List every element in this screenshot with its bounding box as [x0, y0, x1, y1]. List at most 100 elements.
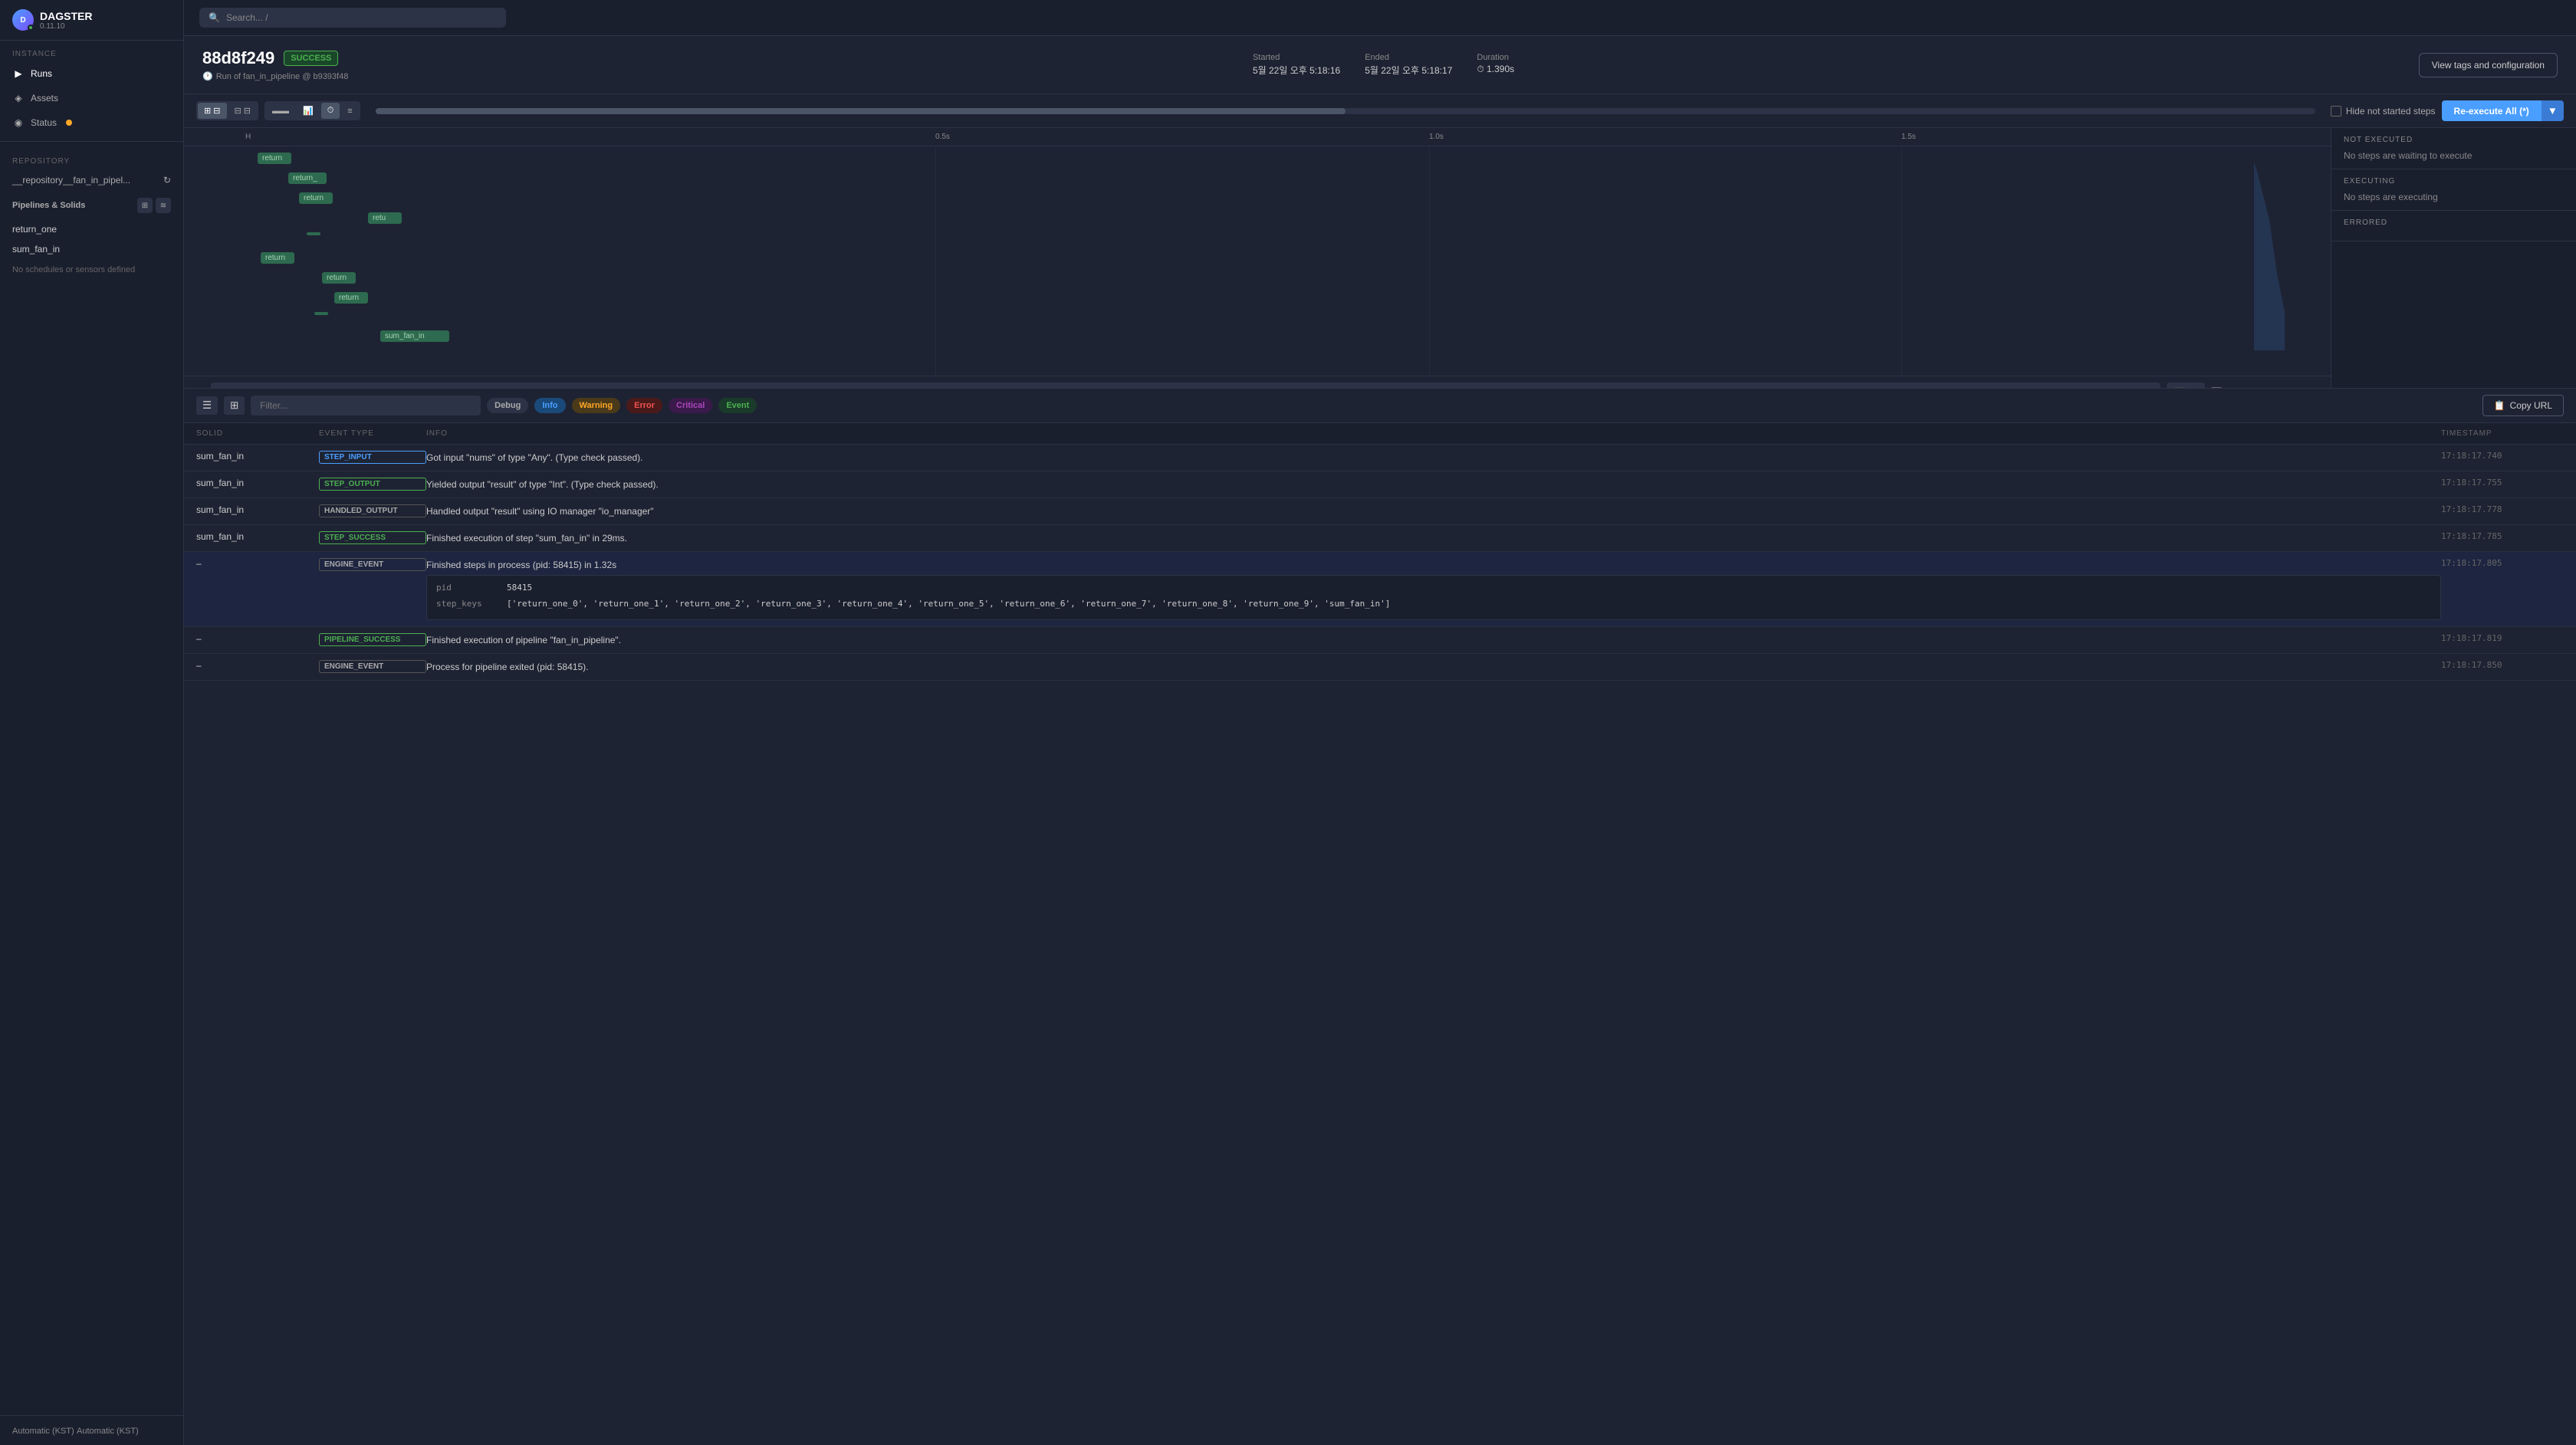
detail-key-stepkeys: step_keys	[436, 598, 498, 611]
log-info: Yielded output "result" of type "Int". (…	[426, 478, 2441, 491]
step-subset-input[interactable]	[211, 383, 2160, 389]
hide-unselected-checkbox[interactable]	[2211, 387, 2222, 389]
table-row[interactable]: – ENGINE_EVENT Finished steps in process…	[184, 552, 2576, 627]
gantt-step-8[interactable]	[314, 312, 328, 315]
pipeline-sum-fan-in[interactable]: sum_fan_in	[0, 239, 183, 259]
log-info: Got input "nums" of type "Any". (Type ch…	[426, 451, 2441, 465]
topbar: 🔍 Search... /	[184, 0, 2576, 36]
log-event-type: STEP_SUCCESS	[319, 531, 426, 544]
gantt-step-2[interactable]: return	[299, 192, 333, 204]
pipeline-view-graph-btn[interactable]: ⊞	[137, 198, 153, 213]
sidebar-item-assets-label: Assets	[31, 93, 58, 103]
gantt-step-4[interactable]	[307, 232, 320, 235]
gantt-step-7[interactable]: return	[334, 292, 368, 304]
logs-filter-input[interactable]	[251, 396, 481, 415]
log-info: Finished steps in process (pid: 58415) i…	[426, 558, 2441, 620]
log-event-type: PIPELINE_SUCCESS	[319, 633, 426, 646]
log-info: Process for pipeline exited (pid: 58415)…	[426, 660, 2441, 674]
hide-not-started-toggle[interactable]: Hide not started steps	[2331, 106, 2436, 117]
timeline-scrollbar[interactable]	[376, 108, 2315, 114]
gantt-step-0[interactable]: return	[258, 153, 291, 164]
grid-line-2	[1429, 146, 1430, 376]
not-executed-msg: No steps are waiting to execute	[2344, 150, 2564, 161]
table-row[interactable]: – PIPELINE_SUCCESS Finished execution of…	[184, 627, 2576, 654]
layer-btn[interactable]: 🔲 ▲	[2167, 383, 2205, 389]
gantt-step-3[interactable]: retu	[368, 212, 402, 224]
timeline-marker-0: H	[245, 133, 251, 141]
log-event-type: HANDLED_OUTPUT	[319, 504, 426, 517]
log-info: Finished execution of step "sum_fan_in" …	[426, 531, 2441, 545]
log-level-warning-btn[interactable]: Warning	[572, 398, 621, 413]
log-timestamp: 17:18:17.805	[2441, 558, 2564, 568]
repository-item[interactable]: __repository__fan_in_pipel... ↻	[0, 169, 183, 192]
refresh-icon[interactable]: ↻	[163, 175, 171, 186]
gantt-step-sum[interactable]: sum_fan_in	[380, 330, 449, 342]
gantt-wrapper: H 0.5s 1.0s 1.5s return return_ return r…	[184, 128, 2576, 389]
gantt-time-btn[interactable]: ⏱	[321, 103, 340, 119]
step-subset-bar: ⚙ 🔲 ▲ Hide unselected steps	[184, 376, 2331, 389]
log-event-type: STEP_INPUT	[319, 451, 426, 464]
table-row[interactable]: sum_fan_in STEP_INPUT Got input "nums" o…	[184, 445, 2576, 471]
logs-table-body: sum_fan_in STEP_INPUT Got input "nums" o…	[184, 445, 2576, 1445]
gantt-step-5[interactable]: return	[261, 252, 294, 264]
log-level-debug-btn[interactable]: Debug	[487, 398, 528, 413]
copy-icon: 📋	[2494, 400, 2505, 411]
table-row[interactable]: – ENGINE_EVENT Process for pipeline exit…	[184, 654, 2576, 681]
sidebar-item-status[interactable]: ◉ Status	[0, 110, 183, 135]
run-header: 88d8f249 SUCCESS 🕐 Run of fan_in_pipelin…	[184, 36, 2576, 94]
log-solid: –	[196, 633, 319, 644]
timezone-value: Automatic (KST)	[77, 1427, 139, 1436]
gantt-bars-btn[interactable]: ▬▬	[266, 103, 295, 119]
view-tags-button[interactable]: View tags and configuration	[2419, 53, 2558, 77]
log-level-error-btn[interactable]: Error	[626, 398, 662, 413]
timeline-marker-2: 1.0s	[1429, 133, 1444, 141]
re-execute-dropdown-btn[interactable]: ▼	[2542, 100, 2564, 121]
ended-value: 5월 22일 오후 5:18:17	[1365, 64, 1452, 77]
gantt-view-btn[interactable]: ⊞ ⊟	[198, 103, 227, 119]
sidebar-item-runs[interactable]: ▶ Runs	[0, 61, 183, 86]
sidebar-item-runs-label: Runs	[31, 68, 52, 79]
pipelines-title: Pipelines & Solids	[12, 201, 85, 210]
clock-icon: 🕐	[202, 71, 213, 81]
log-timestamp: 17:18:17.819	[2441, 633, 2564, 643]
status-warning-dot	[66, 120, 72, 126]
assets-icon: ◈	[12, 92, 25, 104]
pipeline-view-list-btn[interactable]: ≋	[156, 198, 171, 213]
run-pipeline-label: Run of fan_in_pipeline @ b9393f48	[216, 72, 349, 81]
log-info: Finished execution of pipeline "fan_in_p…	[426, 633, 2441, 647]
log-level-info-btn[interactable]: Info	[534, 398, 565, 413]
logs-grid-view-btn[interactable]: ⊞	[224, 396, 245, 415]
logs-list-view-btn[interactable]: ☰	[196, 396, 218, 415]
log-detail-block: pid 58415 step_keys ['return_one_0', 're…	[426, 575, 2441, 620]
gantt-alt-view-btn[interactable]: ⊟ ⊟	[228, 103, 258, 119]
pipelines-actions: ⊞ ≋	[137, 198, 171, 213]
gantt-step-1[interactable]: return_	[288, 172, 327, 184]
search-bar[interactable]: 🔍 Search... /	[199, 8, 506, 28]
gantt-chart-btn[interactable]: 📊	[297, 103, 320, 119]
table-row[interactable]: sum_fan_in STEP_OUTPUT Yielded output "r…	[184, 471, 2576, 498]
sidebar-item-assets[interactable]: ◈ Assets	[0, 86, 183, 110]
table-row[interactable]: sum_fan_in HANDLED_OUTPUT Handled output…	[184, 498, 2576, 525]
gantt-step-6[interactable]: return	[322, 272, 356, 284]
copy-url-button[interactable]: 📋 Copy URL	[2482, 395, 2564, 416]
log-timestamp: 17:18:17.785	[2441, 531, 2564, 541]
re-execute-btn-group: Re-execute All (*) ▼	[2442, 100, 2564, 121]
started-value: 5월 22일 오후 5:18:16	[1253, 64, 1340, 77]
gantt-timeline: H 0.5s 1.0s 1.5s	[184, 128, 2331, 146]
run-ended-item: Ended 5월 22일 오후 5:18:17	[1365, 53, 1452, 77]
log-level-critical-btn[interactable]: Critical	[669, 398, 712, 413]
log-solid: –	[196, 558, 319, 569]
gantt-flat-btn[interactable]: ≡	[341, 103, 358, 119]
table-row[interactable]: sum_fan_in STEP_SUCCESS Finished executi…	[184, 525, 2576, 552]
hide-not-started-checkbox[interactable]	[2331, 106, 2341, 117]
pipeline-return-one[interactable]: return_one	[0, 219, 183, 239]
pipelines-header: Pipelines & Solids ⊞ ≋	[0, 192, 183, 219]
repository-name: __repository__fan_in_pipel...	[12, 175, 130, 186]
errored-section: ERRORED	[2331, 211, 2576, 241]
sidebar: D DAGSTER 0.11.10 INSTANCE ▶ Runs ◈ Asse…	[0, 0, 184, 1445]
instance-label: INSTANCE	[0, 41, 183, 61]
log-level-event-btn[interactable]: Event	[718, 398, 757, 413]
col-info: INFO	[426, 429, 2441, 438]
histogram-overlay	[2223, 159, 2300, 350]
re-execute-button[interactable]: Re-execute All (*)	[2442, 100, 2542, 121]
